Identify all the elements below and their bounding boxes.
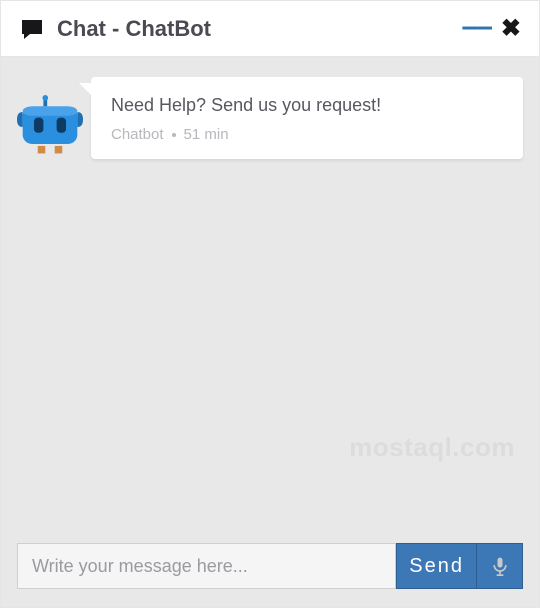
bubble-tail: [79, 83, 95, 99]
composer: Send: [1, 533, 539, 607]
meta-separator-dot: [172, 133, 176, 137]
close-icon[interactable]: ✖: [501, 14, 521, 43]
chat-window: Chat - ChatBot –– ✖: [0, 0, 540, 608]
messages-area: Need Help? Send us you request! Chatbot …: [1, 57, 539, 533]
header-actions: –– ✖: [462, 14, 521, 43]
message-meta: Chatbot 51 min: [111, 126, 503, 143]
minimize-icon[interactable]: ––: [462, 24, 491, 30]
chat-title: Chat - ChatBot: [57, 16, 462, 42]
message-sender: Chatbot: [111, 126, 164, 143]
message-bubble: Need Help? Send us you request! Chatbot …: [91, 77, 523, 159]
bot-message-row: Need Help? Send us you request! Chatbot …: [17, 77, 523, 161]
bot-avatar: [17, 95, 83, 161]
watermark: mostaql.com: [349, 432, 515, 463]
microphone-icon: [490, 556, 510, 576]
chat-header: Chat - ChatBot –– ✖: [1, 1, 539, 57]
message-input[interactable]: [17, 543, 396, 589]
send-button[interactable]: Send: [396, 543, 477, 589]
mic-button[interactable]: [477, 543, 523, 589]
message-bubble-wrap: Need Help? Send us you request! Chatbot …: [91, 77, 523, 159]
message-time: 51 min: [184, 126, 229, 143]
chat-icon: [19, 17, 45, 41]
message-text: Need Help? Send us you request!: [111, 95, 503, 116]
